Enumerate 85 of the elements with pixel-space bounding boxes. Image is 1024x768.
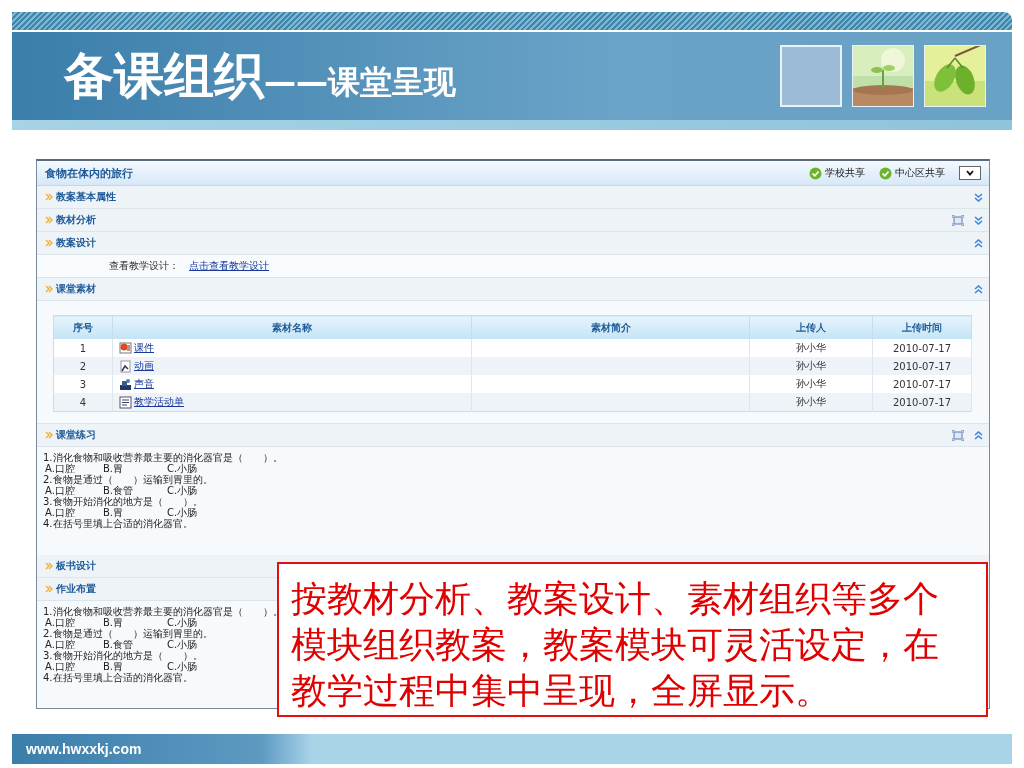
column-header: 上传人: [749, 315, 873, 339]
option-text: B.食管: [103, 485, 134, 496]
caret-icon: [966, 170, 974, 176]
file-icon: [119, 377, 132, 391]
bullet-icon: [45, 239, 53, 247]
question-text: 3.食物开始消化的地方是（ ）。: [43, 496, 203, 507]
check-icon[interactable]: [879, 166, 892, 180]
panel-title: 食物在体内的旅行: [45, 165, 133, 181]
share-label: 中心区共享: [895, 166, 945, 180]
table-cell: 4: [53, 393, 113, 412]
material-link[interactable]: 课件: [134, 341, 154, 355]
option-text: C.小肠: [167, 485, 198, 496]
file-icon: [119, 395, 132, 409]
thumbnail-frame: [780, 45, 842, 107]
footer-url: www.hwxxkj.com: [26, 741, 142, 757]
fullscreen-icon[interactable]: [952, 429, 964, 441]
table-cell: 孙小华: [749, 339, 873, 357]
question-text: 1.消化食物和吸收营养最主要的消化器官是（ ）。: [43, 452, 283, 463]
option-text: C.小肠: [167, 661, 198, 672]
column-header: 序号: [53, 315, 113, 339]
table-cell: 孙小华: [749, 375, 873, 393]
material-link[interactable]: 动画: [134, 359, 154, 373]
design-link[interactable]: 点击查看教学设计: [189, 259, 269, 273]
section-title[interactable]: 课堂练习: [45, 428, 96, 442]
table-cell: 2010-07-17: [872, 357, 972, 375]
table-cell: 1: [53, 339, 113, 357]
collapse-icon[interactable]: [974, 430, 983, 440]
column-header: 素材名称: [112, 315, 472, 339]
bullet-icon: [45, 431, 53, 439]
question-text: 2.食物是通过（ ）运输到胃里的。: [43, 628, 213, 639]
question-text: 2.食物是通过（ ）运输到胃里的。: [43, 474, 213, 485]
option-text: A.口腔: [45, 463, 76, 474]
option-text: A.口腔: [45, 639, 75, 650]
question-text: 1.消化食物和吸收营养最主要的消化器官是（ ）。: [43, 606, 283, 617]
option-text: B.胃: [103, 617, 125, 628]
option-text: C.小肠: [167, 463, 198, 474]
option-text: C.小肠: [167, 617, 198, 628]
table-cell: 孙小华: [749, 357, 873, 375]
share-label: 学校共享: [825, 166, 865, 180]
collapse-icon[interactable]: [974, 284, 983, 294]
dropdown-button[interactable]: [959, 166, 981, 180]
slide-title: 备课组织: [64, 45, 264, 107]
column-header: 素材简介: [471, 315, 750, 339]
material-link[interactable]: 声音: [134, 377, 154, 391]
section-title[interactable]: 作业布置: [45, 582, 96, 596]
option-text: C.小肠: [167, 639, 198, 650]
section-title[interactable]: 教案设计: [45, 236, 96, 250]
section-title[interactable]: 板书设计: [45, 559, 96, 573]
option-text: B.胃: [103, 507, 125, 518]
option-text: C.小肠: [167, 507, 198, 518]
bullet-icon: [45, 562, 53, 570]
table-cell: 孙小华: [749, 393, 873, 412]
option-text: A.口腔: [45, 617, 76, 628]
material-link[interactable]: 教学活动单: [134, 395, 184, 409]
option-text: A.口腔: [45, 507, 75, 518]
option-text: B.食管: [103, 639, 134, 650]
section-title[interactable]: 教材分析: [45, 213, 96, 227]
option-text: B.胃: [103, 463, 125, 474]
section-title[interactable]: 课堂素材: [45, 282, 96, 296]
section-title[interactable]: 教案基本属性: [45, 190, 116, 204]
table-cell: 2010-07-17: [872, 375, 972, 393]
column-header: 上传时间: [872, 315, 972, 339]
question-text: 4.在括号里填上合适的消化器官。: [43, 518, 193, 529]
expand-icon[interactable]: [974, 192, 983, 202]
table-cell: 3: [53, 375, 113, 393]
check-icon[interactable]: [809, 166, 822, 180]
collapse-icon[interactable]: [974, 238, 983, 248]
question-text: 3.食物开始消化的地方是（ ）。: [43, 650, 203, 661]
fullscreen-icon[interactable]: [952, 214, 964, 226]
option-text: B.胃: [103, 661, 125, 672]
table-cell: 2010-07-17: [872, 393, 972, 412]
question-text: 4.在括号里填上合适的消化器官。: [43, 672, 193, 683]
bullet-icon: [45, 216, 53, 224]
option-text: A.口腔: [45, 485, 75, 496]
expand-icon[interactable]: [974, 215, 983, 225]
slide-subtitle: ——课堂呈现: [264, 63, 456, 103]
bullet-icon: [45, 285, 53, 293]
file-icon: [119, 359, 132, 373]
field-label: 查看教学设计：: [109, 259, 179, 273]
table-cell: 2: [53, 357, 113, 375]
table-cell: 2010-07-17: [872, 339, 972, 357]
callout-text: 按教材分析、教案设计、素材组织等多个模块组织教案，教案模块可灵活设定，在教学过程中集中呈现，全屏显示。: [290, 577, 940, 713]
bullet-icon: [45, 193, 53, 201]
option-text: A.口腔: [45, 661, 75, 672]
bullet-icon: [45, 585, 53, 593]
